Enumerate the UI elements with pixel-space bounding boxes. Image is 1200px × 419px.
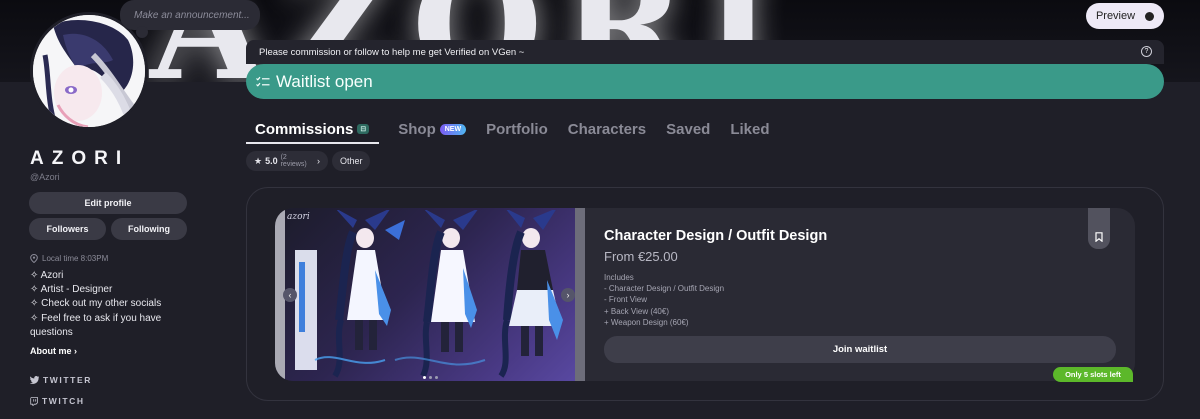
image-frame-right: [575, 208, 585, 381]
commission-image[interactable]: azori ‹ ›: [275, 208, 585, 381]
about-me-label: About me: [30, 346, 72, 356]
preview-button[interactable]: Preview: [1086, 3, 1164, 29]
about-me-link[interactable]: About me ›: [30, 346, 77, 356]
commission-count-badge: ⊟: [357, 124, 370, 134]
tab-label: Portfolio: [486, 120, 548, 138]
commission-notice: Please commission or follow to help me g…: [246, 40, 1164, 64]
character-sheet-illustration: [295, 210, 563, 378]
bio-line: ✧ Feel free to ask if you have questions: [30, 312, 162, 338]
tab-commissions[interactable]: Commissions ⊟: [246, 116, 378, 142]
social-label: TWITTER: [43, 375, 92, 385]
new-badge: NEW: [439, 123, 467, 135]
bookmark-button[interactable]: [1088, 208, 1110, 249]
twitter-icon: [30, 376, 39, 384]
tab-label: Saved: [666, 120, 711, 138]
tab-characters[interactable]: Characters: [568, 116, 646, 142]
commission-price: From €25.00: [604, 249, 678, 264]
commission-description: Includes - Character Design / Outfit Des…: [604, 272, 1004, 329]
chevron-right-icon: ›: [317, 156, 320, 166]
carousel-dot[interactable]: [429, 376, 432, 379]
following-button[interactable]: Following: [111, 218, 187, 240]
followers-button[interactable]: Followers: [29, 218, 106, 240]
tab-label: Commissions: [255, 120, 354, 138]
rating-value: 5.0: [265, 156, 278, 166]
tab-saved[interactable]: Saved: [666, 116, 710, 142]
local-time-text: Local time 8:03PM: [42, 254, 109, 263]
profile-tabs: Commissions ⊟ Shop NEW Portfolio Charact…: [246, 116, 790, 142]
bio-line: ✧ Artist - Designer: [30, 284, 113, 296]
star-icon: ★: [254, 155, 263, 166]
tab-liked[interactable]: Liked: [730, 116, 769, 142]
tab-label: Characters: [567, 120, 647, 138]
active-tab-underline: [246, 142, 379, 144]
tab-label: Liked: [730, 120, 770, 138]
carousel-prev-button[interactable]: ‹: [283, 288, 297, 302]
tab-shop[interactable]: Shop NEW: [398, 116, 467, 142]
social-link-twitch[interactable]: TWITCH: [30, 396, 85, 406]
location-pin-icon: [30, 254, 38, 263]
join-waitlist-button[interactable]: Join waitlist: [604, 336, 1116, 363]
profile-handle: @Azori: [30, 172, 60, 182]
twitch-icon: [30, 396, 38, 406]
profile-name: AZORI: [30, 148, 130, 169]
description-line: + Weapon Design (60€): [604, 317, 689, 327]
waitlist-status-bar: Waitlist open: [246, 64, 1164, 99]
avatar-illustration: [33, 15, 145, 127]
edit-profile-button[interactable]: Edit profile: [29, 192, 187, 214]
carousel-dot[interactable]: [423, 376, 426, 379]
description-line: - Front View: [604, 295, 647, 305]
bio-line: ✧ Check out my other socials: [30, 298, 162, 310]
carousel-next-button[interactable]: ›: [561, 288, 575, 302]
tab-label: Shop: [398, 120, 436, 138]
description-line: - Character Design / Outfit Design: [604, 284, 725, 294]
carousel-dot[interactable]: [435, 376, 438, 379]
review-count: (2 reviews): [280, 154, 307, 168]
description-line: + Back View (40€): [604, 306, 669, 316]
local-time: Local time 8:03PM: [30, 254, 108, 263]
carousel-dots: [423, 376, 438, 379]
social-label: TWITCH: [42, 396, 85, 406]
waitlist-label: Waitlist open: [276, 71, 373, 91]
preview-dot-icon: [1145, 11, 1155, 21]
notice-text: Please commission or follow to help me g…: [259, 46, 525, 58]
commission-card[interactable]: azori ‹ › Character Design / Outfit Desi…: [275, 208, 1135, 381]
profile-bio: ✧ Azori ✧ Artist - Designer ✧ Check out …: [30, 269, 170, 340]
other-filter-chip[interactable]: Other: [332, 151, 370, 171]
description-line: Includes: [604, 273, 634, 282]
social-link-twitter[interactable]: TWITTER: [30, 375, 92, 385]
checklist-icon: [256, 76, 270, 87]
tab-portfolio[interactable]: Portfolio: [486, 116, 548, 142]
bio-line: ✧ Azori: [30, 270, 64, 281]
slots-left-badge: Only 5 slots left: [1053, 367, 1133, 382]
rating-filter-chip[interactable]: ★ 5.0 (2 reviews) ›: [246, 151, 328, 171]
help-icon[interactable]: ?: [1141, 46, 1152, 57]
bookmark-icon: [1095, 232, 1103, 242]
chevron-right-icon: ›: [74, 346, 78, 356]
announcement-bubble-tail: [136, 26, 148, 38]
preview-label: Preview: [1095, 10, 1136, 22]
commission-title: Character Design / Outfit Design: [604, 228, 828, 244]
